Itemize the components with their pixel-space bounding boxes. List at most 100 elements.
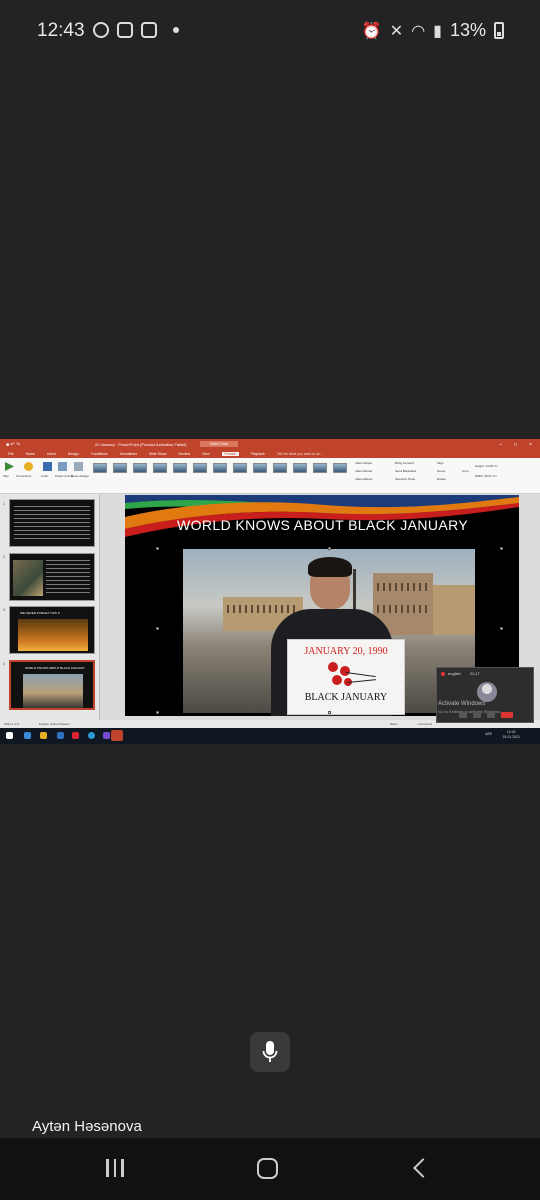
video-style-thumb[interactable] [253,463,267,473]
rotate-button[interactable]: Rotate [437,477,446,481]
send-backward-button[interactable]: Send Backward [395,469,416,473]
video-tools-tab[interactable]: Video Tools [200,441,238,447]
resize-handle[interactable] [156,547,159,550]
crop-button[interactable]: Crop [462,469,469,473]
notes-button[interactable]: Notes [390,722,398,726]
thumb-number: 4 [3,661,6,666]
slide-thumbnail-2[interactable] [9,553,95,601]
tab-design[interactable]: Design [68,452,79,456]
video-shape-button[interactable]: Video Shape [355,461,372,465]
powerpoint-taskbar-icon[interactable] [111,730,123,741]
battery-icon [494,22,504,39]
taskview-icon[interactable] [24,732,31,739]
video-style-thumb[interactable] [133,463,147,473]
tab-home[interactable]: Home [26,452,35,456]
resize-handle[interactable] [328,547,331,550]
thumb-text-lines [14,506,90,542]
slide-thumbnail-3[interactable]: WE NEVER FORGET THIS !!! [9,606,95,654]
camera-icon[interactable] [459,712,467,718]
video-style-thumb[interactable] [233,463,247,473]
save-icon[interactable]: ■ ↶ ↷ [6,442,20,448]
recent-apps-icon[interactable] [106,1159,124,1177]
carnation-icon [328,662,338,672]
speaker-name: Aytən Həsənova [32,1118,142,1135]
video-style-thumb[interactable] [113,463,127,473]
app-icon[interactable] [57,732,64,739]
teams-taskbar-icon[interactable] [103,732,110,739]
powerpoint-titlebar: ■ ↶ ↷ 20 January - PowerPoint (Product A… [0,439,540,450]
video-frame[interactable]: JANUARY 20, 1990 BLACK JANUARY [183,549,475,716]
video-style-thumb[interactable] [293,463,307,473]
video-style-thumb[interactable] [153,463,167,473]
android-navbar [0,1138,540,1200]
video-effects-button[interactable]: Video Effects [355,477,373,481]
share-icon[interactable] [487,712,495,718]
play-icon[interactable] [5,462,14,471]
reset-design-label: Reset Design [71,474,90,478]
video-style-thumb[interactable] [313,463,327,473]
tab-slideshow[interactable]: Slide Show [149,452,167,456]
system-icons: ⏰ ✕ ◠ ▮ 13% [362,20,504,41]
tab-format[interactable]: Format [221,452,239,456]
video-style-thumb[interactable] [273,463,287,473]
explorer-icon[interactable] [40,732,47,739]
input-language[interactable]: AZE [485,732,492,736]
resize-handle[interactable] [500,547,503,550]
align-button[interactable]: Align [437,461,444,465]
tell-me-box[interactable]: Tell me what you want to do... [277,452,323,456]
group-button[interactable]: Group [437,469,445,473]
minimize-icon[interactable]: – [499,442,502,448]
bring-forward-button[interactable]: Bring Forward [395,461,414,465]
video-style-thumb[interactable] [333,463,347,473]
resize-handle[interactable] [156,711,159,714]
tab-playback[interactable]: Playback [251,452,265,456]
close-icon[interactable]: × [529,442,532,448]
slide-thumbnail-4[interactable]: WORLD KNOWS ABOUT BLACK JANUARY [9,660,95,710]
tab-file[interactable]: File [8,452,14,456]
slide-thumbnail-pane: 1 2 3 WE NEVER FORGET THIS !!! 4 WORLD K… [0,494,100,729]
carnation-icon [340,666,350,676]
poster-frame-icon[interactable] [58,462,67,471]
slide-thumbnail-1[interactable] [9,499,95,547]
gallery-icon [141,22,157,38]
video-style-thumb[interactable] [213,463,227,473]
tab-review[interactable]: Review [179,452,190,456]
video-style-thumb[interactable] [173,463,187,473]
color-icon[interactable] [43,462,52,471]
tab-insert[interactable]: Insert [47,452,56,456]
status-time: 12:43 [37,20,85,41]
comments-button[interactable]: Comments [418,722,433,726]
video-style-thumb[interactable] [93,463,107,473]
participant-tile[interactable]: english 21:17 Activate Windows Go to Set… [436,667,534,723]
app-icon[interactable] [72,732,79,739]
thumb-number: 3 [3,607,6,612]
resize-handle[interactable] [500,627,503,630]
mic-toggle-icon[interactable] [473,712,481,718]
resize-handle[interactable] [156,627,159,630]
building-windows [227,605,299,613]
width-field[interactable]: Width: 25.07 cm [475,474,497,478]
activate-windows-title: Activate Windows [438,701,486,707]
resize-handle[interactable] [328,711,331,714]
home-icon[interactable] [257,1158,278,1179]
tab-view[interactable]: View [202,452,210,456]
windows-start-icon[interactable] [6,732,13,739]
hang-up-icon[interactable] [501,712,513,718]
edge-icon[interactable] [88,732,95,739]
video-style-thumb[interactable] [193,463,207,473]
window-controls[interactable]: – □ × [499,442,532,448]
maximize-icon[interactable]: □ [514,442,517,448]
mic-button[interactable] [250,1032,290,1072]
ribbon: Play Corrections Color Poster Frame Rese… [0,458,540,494]
selection-pane-button[interactable]: Selection Pane [395,477,415,481]
person-hair [308,557,352,577]
sign-subtitle: BLACK JANUARY [304,692,388,703]
height-field[interactable]: Height: 14.28 cm [475,464,498,468]
video-border-button[interactable]: Video Border [355,469,372,473]
back-icon[interactable] [413,1158,433,1178]
recording-icon [441,671,445,676]
tab-transitions[interactable]: Transitions [91,452,108,456]
reset-design-icon[interactable] [74,462,83,471]
tab-animations[interactable]: Animations [120,452,137,456]
corrections-icon[interactable] [24,462,33,471]
